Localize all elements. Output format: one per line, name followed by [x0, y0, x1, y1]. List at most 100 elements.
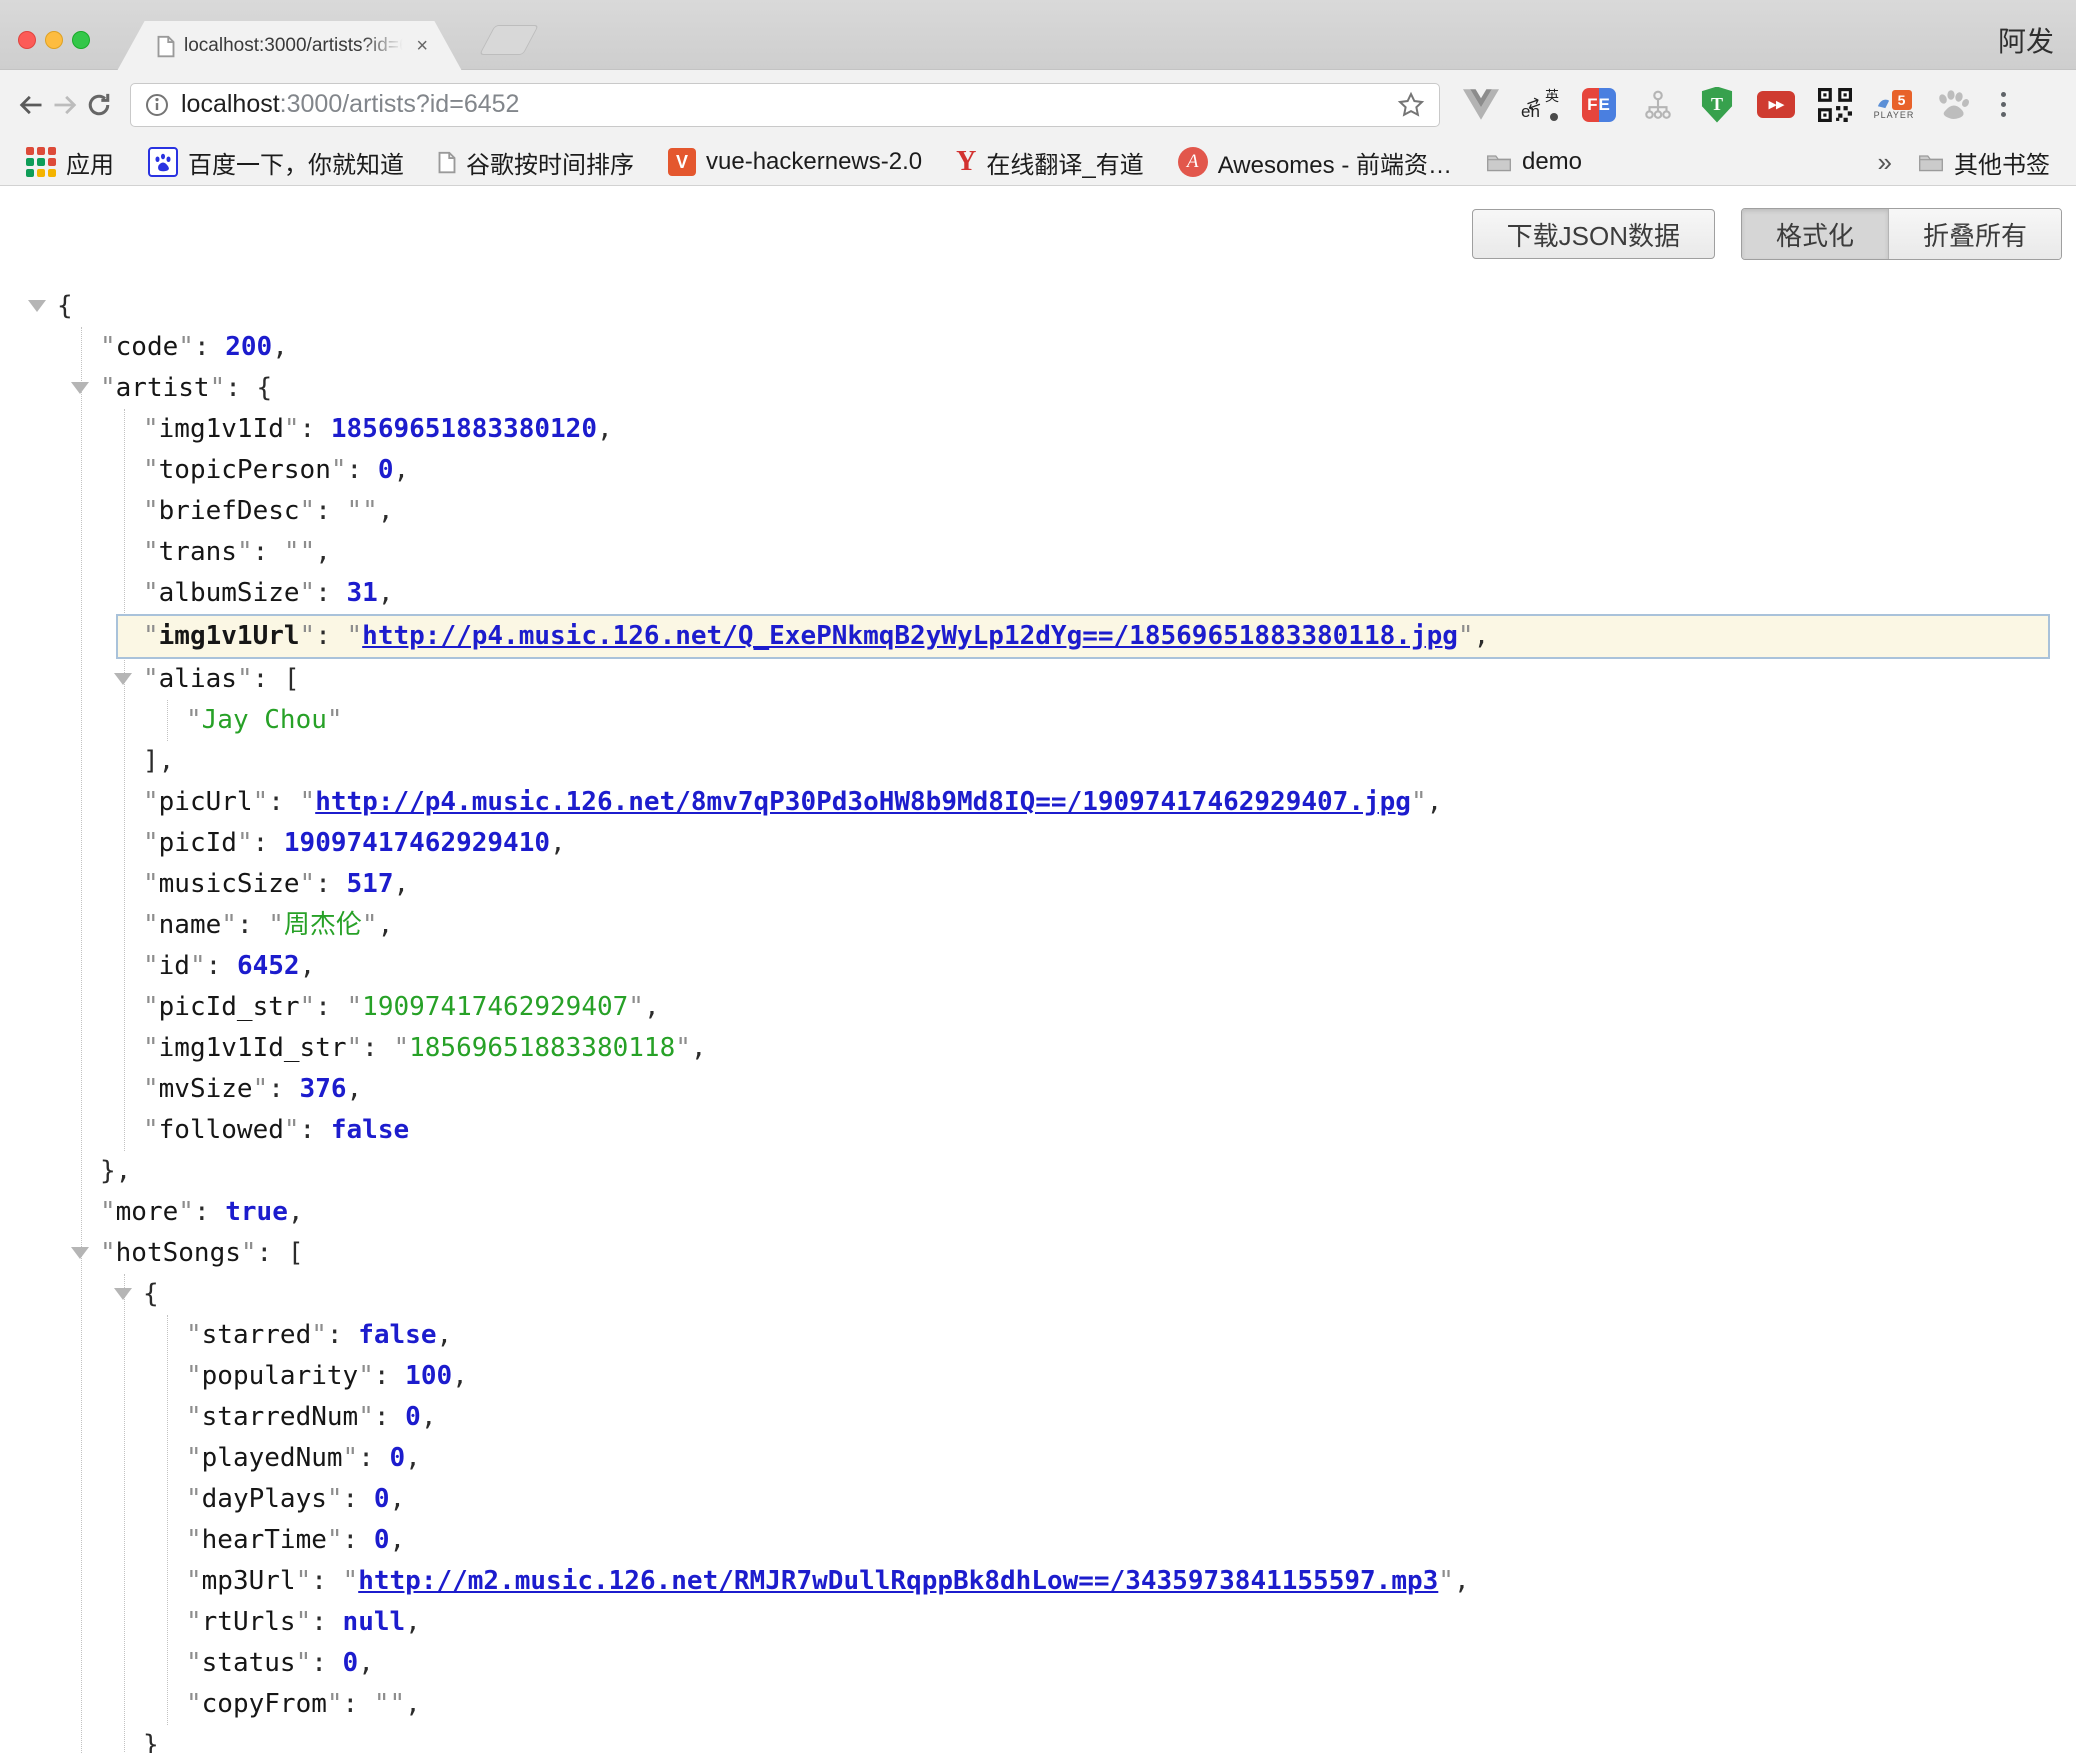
reload-button[interactable] — [82, 88, 116, 122]
collapse-toggle-icon[interactable] — [28, 300, 46, 312]
format-button[interactable]: 格式化 — [1742, 209, 1888, 259]
json-line: { — [143, 1274, 2066, 1315]
collapse-toggle-icon[interactable] — [114, 673, 132, 685]
json-token: " — [186, 1648, 202, 1678]
paw-extension-icon[interactable] — [1934, 85, 1972, 125]
json-literal-value: 31 — [347, 578, 378, 608]
other-bookmarks-folder[interactable]: 其他书签 — [1918, 145, 2050, 180]
json-key: mvSize — [159, 1074, 253, 1104]
json-token: " — [1458, 621, 1474, 651]
json-token: " — [327, 705, 343, 735]
json-token: " — [347, 496, 363, 526]
html5-player-icon[interactable]: 5 PLAYER — [1875, 85, 1913, 125]
bookmark-awesomes[interactable]: A Awesomes - 前端资… — [1178, 145, 1452, 180]
json-line: "mp3Url": "http://m2.music.126.net/RMJR7… — [186, 1561, 2066, 1602]
json-token: , — [436, 1320, 452, 1350]
tab-title: localhost:3000/artists?id=645 — [184, 35, 407, 57]
json-token: " — [362, 910, 378, 940]
json-key: img1v1Url — [159, 621, 300, 651]
translate-extension-icon[interactable]: ⇄ 英 en — [1521, 85, 1559, 125]
bookmarks-overflow-icon[interactable]: » — [1878, 147, 1892, 178]
video-downloader-icon[interactable]: ▶▶ — [1757, 85, 1795, 125]
address-bar[interactable]: localhost:3000/artists?id=6452 — [130, 83, 1440, 127]
json-literal-value: 0 — [374, 1484, 390, 1514]
url-host: localhost — [181, 90, 280, 118]
json-line: "picUrl": "http://p4.music.126.net/8mv7q… — [143, 782, 2066, 823]
browser-menu-icon[interactable] — [1993, 92, 2014, 117]
json-key: hotSongs — [116, 1238, 241, 1268]
json-url-link[interactable]: http://p4.music.126.net/Q_ExePNkmqB2yWyL… — [362, 621, 1458, 651]
json-token: " — [284, 537, 300, 567]
json-token: " — [143, 1033, 159, 1063]
json-literal-value: 100 — [405, 1361, 452, 1391]
download-json-button[interactable]: 下载JSON数据 — [1472, 209, 1715, 259]
json-token: : — [343, 1484, 374, 1514]
json-token: " — [178, 332, 194, 362]
collapse-toggle-icon[interactable] — [71, 382, 89, 394]
json-key: more — [116, 1197, 179, 1227]
apps-grid-icon — [26, 147, 56, 177]
json-line: "id": 6452, — [143, 946, 2066, 987]
vue-devtools-icon[interactable] — [1462, 85, 1500, 125]
json-token: " — [143, 951, 159, 981]
json-literal-value: 376 — [300, 1074, 347, 1104]
bookmark-demo-folder[interactable]: demo — [1486, 148, 1582, 176]
json-token: , — [550, 828, 566, 858]
json-token: : — [300, 1115, 331, 1145]
json-string-value: 周杰伦 — [284, 910, 362, 940]
json-token: : — [311, 1566, 342, 1596]
json-token: " — [675, 1033, 691, 1063]
bookmark-baidu[interactable]: 百度一下，你就知道 — [148, 145, 404, 180]
tampermonkey-shield-icon[interactable]: T — [1698, 85, 1736, 125]
browser-toolbar: localhost:3000/artists?id=6452 ⇄ 英 en FE — [0, 69, 2076, 139]
json-token: " — [374, 1689, 390, 1719]
window-minimize-button[interactable] — [45, 31, 63, 49]
json-url-link[interactable]: http://p4.music.126.net/8mv7qP30Pd3oHW8b… — [315, 787, 1411, 817]
fe-extension-icon[interactable]: FE — [1580, 85, 1618, 125]
json-block: "code": 200,"artist": {"img1v1Id": 18569… — [81, 327, 2066, 1753]
json-actions: 下载JSON数据 格式化 折叠所有 — [0, 208, 2062, 260]
json-token: : — [315, 992, 346, 1022]
json-token: : — [206, 951, 237, 981]
browser-profile-name[interactable]: 阿发 — [1998, 20, 2054, 60]
vue-bookmark-icon: V — [668, 148, 696, 176]
json-token: " — [347, 992, 363, 1022]
collapse-toggle-icon[interactable] — [71, 1247, 89, 1259]
collapse-all-button[interactable]: 折叠所有 — [1888, 209, 2061, 259]
json-key: hearTime — [202, 1525, 327, 1555]
json-token: , — [358, 1648, 374, 1678]
forward-button[interactable] — [48, 88, 82, 122]
qr-code-icon[interactable] — [1816, 85, 1854, 125]
translate-zh-glyph: 英 — [1545, 86, 1559, 106]
json-token: " — [143, 828, 159, 858]
json-token: ], — [143, 746, 174, 776]
window-close-button[interactable] — [18, 31, 36, 49]
json-line: "popularity": 100, — [186, 1356, 2066, 1397]
back-button[interactable] — [14, 88, 48, 122]
json-token: : — [237, 910, 268, 940]
extensions-row: ⇄ 英 en FE T ▶▶ — [1462, 85, 2014, 125]
site-info-icon[interactable] — [145, 93, 169, 117]
collapse-toggle-icon[interactable] — [114, 1288, 132, 1300]
bookmark-youdao[interactable]: Y 在线翻译_有道 — [956, 145, 1144, 180]
json-token: " — [143, 496, 159, 526]
json-token: }, — [100, 1156, 131, 1186]
json-token: " — [143, 537, 159, 567]
bookmark-star-icon[interactable] — [1397, 91, 1425, 119]
browser-tab[interactable]: localhost:3000/artists?id=645 × — [117, 21, 462, 71]
new-tab-button[interactable] — [479, 25, 539, 55]
bookmark-google-sort[interactable]: 谷歌按时间排序 — [438, 145, 634, 180]
json-block: "img1v1Id": 18569651883380120,"topicPers… — [124, 409, 2066, 1151]
bookmark-vue-hackernews[interactable]: V vue-hackernews-2.0 — [668, 148, 922, 176]
window-zoom-button[interactable] — [72, 31, 90, 49]
json-url-link[interactable]: http://m2.music.126.net/RMJR7wDullRqppBk… — [358, 1566, 1438, 1596]
json-token: " — [186, 1361, 202, 1391]
bookmark-label: Awesomes - 前端资… — [1218, 145, 1452, 180]
bookmark-apps[interactable]: 应用 — [26, 145, 114, 180]
sitemap-extension-icon[interactable] — [1639, 85, 1677, 125]
tab-close-icon[interactable]: × — [416, 36, 428, 56]
json-token: " — [143, 455, 159, 485]
bookmark-label: 百度一下，你就知道 — [188, 145, 404, 180]
json-token: : — [374, 1361, 405, 1391]
window-controls — [18, 31, 90, 49]
